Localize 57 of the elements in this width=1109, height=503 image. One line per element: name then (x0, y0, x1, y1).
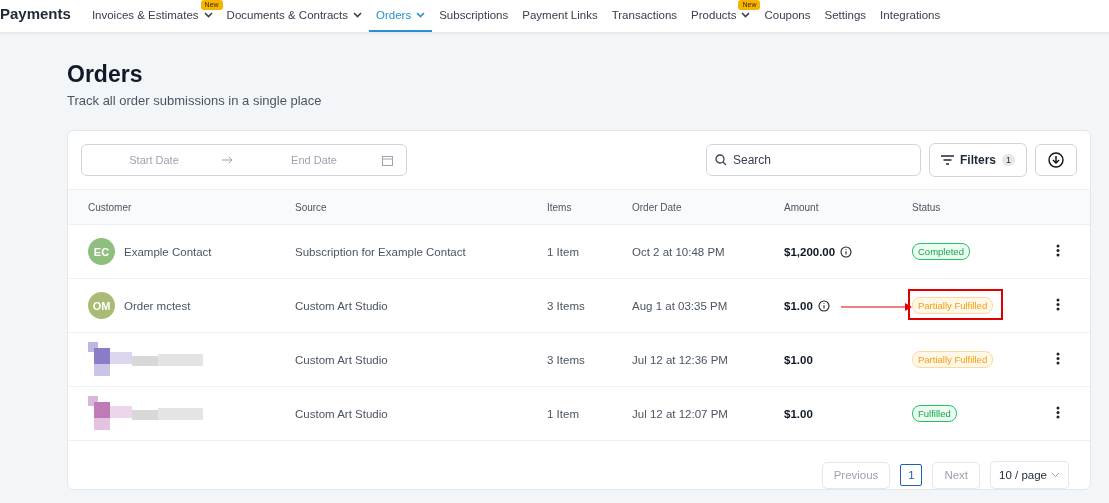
amount-cell: $1,200.00 (784, 245, 836, 258)
column-header: Items (547, 201, 573, 213)
nav-tab[interactable]: Subscriptions (432, 0, 516, 32)
more-icon (1056, 351, 1060, 365)
filters-button[interactable]: Filters 1 (928, 143, 1027, 177)
source-cell-text: Subscription for Example Contact (295, 245, 467, 258)
page-size-select[interactable]: 10 / page (990, 461, 1069, 489)
column-header: Amount (784, 201, 820, 213)
items-cell-text: 1 Item (547, 407, 580, 420)
start-date-input[interactable]: Start Date (82, 153, 226, 167)
nav-tab[interactable]: Settings (817, 0, 874, 32)
page-button[interactable]: 1 (900, 464, 923, 486)
more-icon (1056, 297, 1060, 311)
status-badge: Partially Fulfilled (912, 297, 994, 314)
status-badge: Completed (912, 243, 970, 260)
nav-tab[interactable]: Transactions (604, 0, 685, 32)
more-icon (1056, 243, 1060, 257)
avatar: EC (88, 238, 115, 265)
column-header: Customer (88, 201, 133, 213)
source-cell-text: Custom Art Studio (295, 407, 389, 420)
date-cell-text: Jul 12 at 12:07 PM (632, 407, 729, 420)
amount-cell: $1.00 (784, 407, 813, 420)
arrow-right-icon (222, 156, 234, 164)
items-cell-text: 1 Item (547, 245, 580, 258)
amount-cell: $1.00 (784, 353, 813, 366)
download-button[interactable] (1035, 144, 1077, 176)
search-field[interactable]: Search (705, 144, 921, 176)
customer-name: Example Contact (124, 245, 212, 258)
column-header: Status (912, 201, 942, 213)
date-range-field[interactable]: Start Date End Date (81, 144, 407, 176)
date-cell-text: Oct 2 at 10:48 PM (632, 245, 726, 258)
chevron-down-icon (1051, 472, 1060, 478)
download-icon (1048, 152, 1064, 168)
amount-cell: $1.00 (784, 299, 813, 312)
nav-tab[interactable]: Orders (369, 0, 433, 32)
date-cell-text: Aug 1 at 03:35 PM (632, 299, 729, 312)
items-cell-text: 3 Items (547, 353, 586, 366)
page-subtitle: Track all order submissions in a single place (67, 93, 323, 108)
more-icon (1056, 405, 1060, 419)
source-cell-text: Custom Art Studio (295, 299, 389, 312)
status-badge: Fulfilled (912, 405, 957, 422)
filter-count: 1 (1002, 154, 1015, 166)
status-badge: Partially Fulfilled (912, 351, 994, 368)
nav-tab[interactable]: Payment Links (515, 0, 605, 32)
calendar-icon (382, 154, 393, 166)
page-title: Orders (67, 61, 144, 88)
source-cell-text: Custom Art Studio (295, 353, 389, 366)
app-title: Payments (0, 4, 71, 24)
customer-name: Order mctest (124, 299, 191, 312)
nav-tab[interactable]: Integrations (873, 0, 948, 32)
end-date-input[interactable]: End Date (242, 153, 386, 167)
column-header: Source (295, 201, 328, 213)
date-cell-text: Jul 12 at 12:36 PM (632, 353, 729, 366)
avatar: OM (88, 292, 115, 319)
column-header: Order Date (632, 201, 683, 213)
filter-icon (940, 155, 954, 165)
items-cell-text: 3 Items (547, 299, 586, 312)
